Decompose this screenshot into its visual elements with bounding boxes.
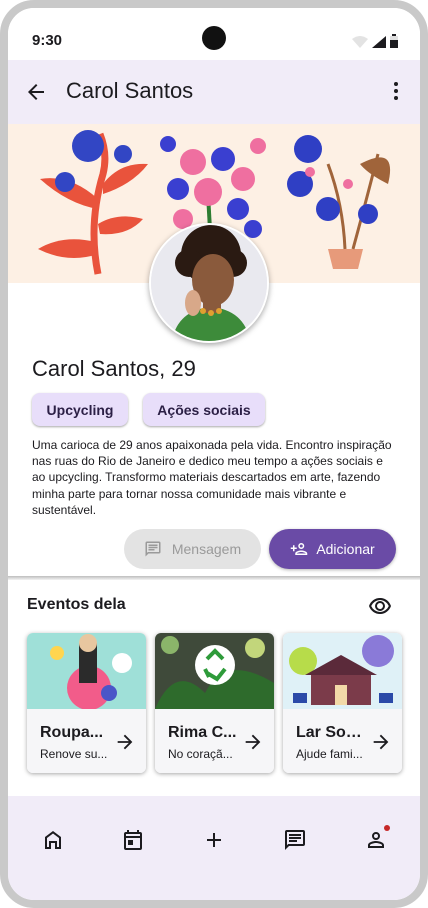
event-title: Roupa... bbox=[40, 724, 104, 741]
events-section-title: Eventos dela bbox=[27, 596, 126, 613]
arrow-forward-icon[interactable] bbox=[370, 731, 392, 753]
add-friend-button[interactable]: Adicionar bbox=[269, 529, 396, 569]
add-icon[interactable] bbox=[202, 828, 226, 852]
status-time: 9:30 bbox=[32, 32, 63, 49]
message-icon bbox=[145, 541, 161, 557]
top-app-bar: Carol Santos bbox=[8, 60, 420, 124]
event-subtitle: No coraçã... bbox=[168, 747, 233, 761]
phone-frame: 9:30 Carol Santos Carol Santos, 29 Upcyc… bbox=[0, 0, 428, 908]
message-button[interactable]: Mensagem bbox=[124, 529, 261, 569]
message-button-label: Mensagem bbox=[171, 541, 242, 557]
person-add-icon bbox=[291, 543, 308, 555]
wifi-icon bbox=[352, 36, 368, 48]
visibility-icon[interactable] bbox=[368, 594, 392, 618]
status-bar: 9:30 bbox=[8, 8, 420, 68]
battery-icon bbox=[390, 34, 398, 48]
event-image bbox=[155, 633, 274, 709]
event-card[interactable]: Lar Soli... Ajude fami... bbox=[283, 633, 402, 773]
event-card[interactable]: Roupa... Renove su... bbox=[27, 633, 146, 773]
signal-icon bbox=[372, 36, 386, 48]
chat-icon[interactable] bbox=[283, 828, 307, 852]
event-image bbox=[283, 633, 402, 709]
profile-icon bbox=[368, 832, 384, 848]
event-title: Lar Soli... bbox=[296, 724, 366, 741]
add-button-label: Adicionar bbox=[316, 541, 375, 557]
event-subtitle: Renove su... bbox=[40, 747, 108, 761]
event-image bbox=[27, 633, 146, 709]
arrow-back-icon[interactable] bbox=[24, 80, 48, 104]
event-card[interactable]: Rima C... No coraçã... bbox=[155, 633, 274, 773]
home-icon[interactable] bbox=[41, 828, 65, 852]
event-subtitle: Ajude fami... bbox=[296, 747, 363, 761]
arrow-forward-icon[interactable] bbox=[114, 731, 136, 753]
camera-cutout bbox=[202, 26, 226, 50]
status-icons bbox=[352, 34, 398, 48]
profile-name: Carol Santos, 29 bbox=[32, 356, 196, 381]
event-title: Rima C... bbox=[168, 724, 237, 741]
event-card-body: Rima C... No coraçã... bbox=[155, 709, 274, 773]
tag-chip-upcycling[interactable]: Upcycling bbox=[32, 393, 128, 426]
profile-bio: Uma carioca de 29 anos apaixonada pela v… bbox=[32, 438, 392, 517]
arrow-forward-icon[interactable] bbox=[242, 731, 264, 753]
section-divider bbox=[8, 576, 420, 580]
event-card-body: Lar Soli... Ajude fami... bbox=[283, 709, 402, 773]
more-vert-icon[interactable] bbox=[392, 82, 400, 102]
event-card-body: Roupa... Renove su... bbox=[27, 709, 146, 773]
app-bar-title: Carol Santos bbox=[66, 78, 194, 103]
notification-badge bbox=[384, 825, 390, 831]
tag-chip-social-actions[interactable]: Ações sociais bbox=[143, 393, 265, 426]
profile-nav-item[interactable] bbox=[364, 825, 390, 852]
calendar-icon[interactable] bbox=[121, 828, 145, 852]
avatar bbox=[149, 223, 269, 343]
bottom-navigation bbox=[8, 796, 420, 900]
